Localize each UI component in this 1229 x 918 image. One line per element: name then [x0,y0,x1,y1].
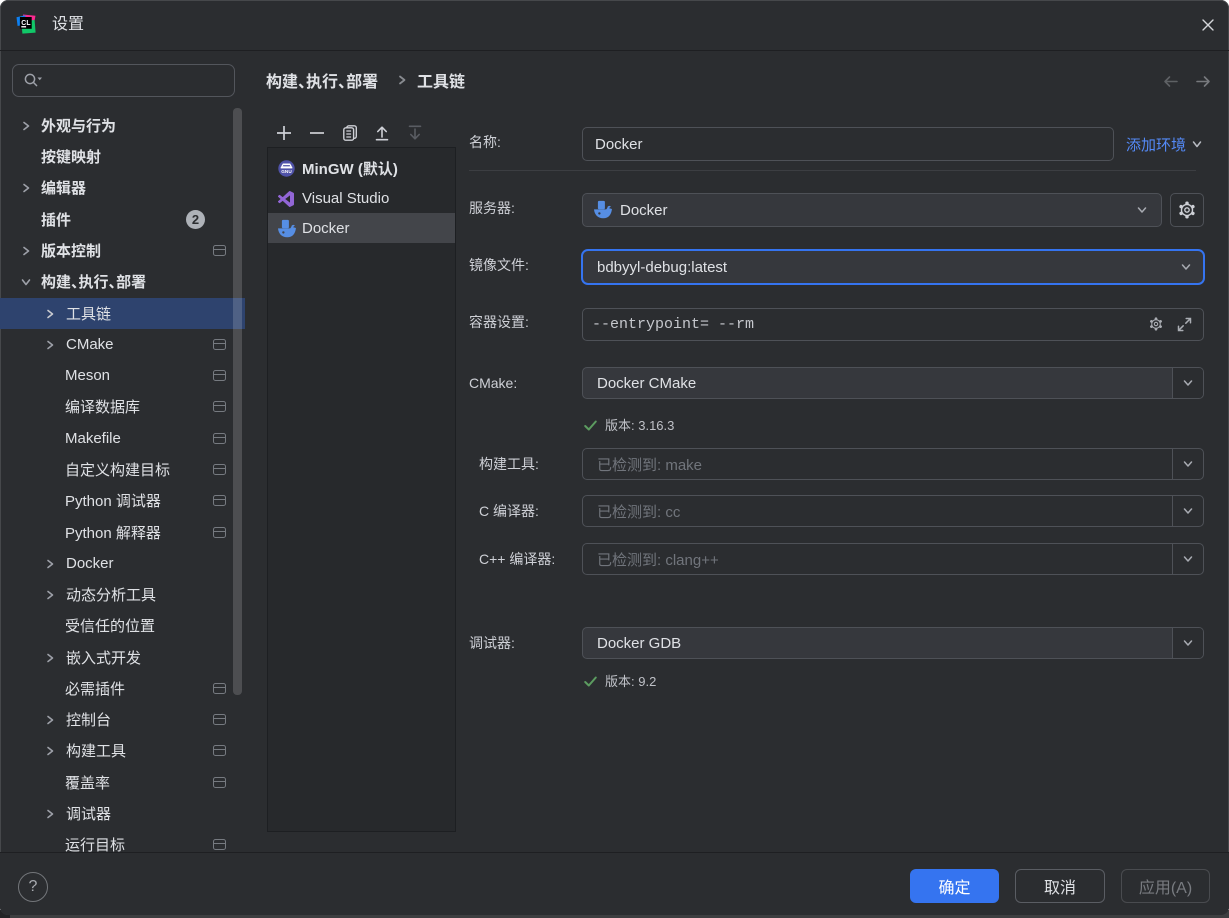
svg-text:GNU: GNU [281,169,292,174]
svg-text:CL: CL [21,20,31,27]
